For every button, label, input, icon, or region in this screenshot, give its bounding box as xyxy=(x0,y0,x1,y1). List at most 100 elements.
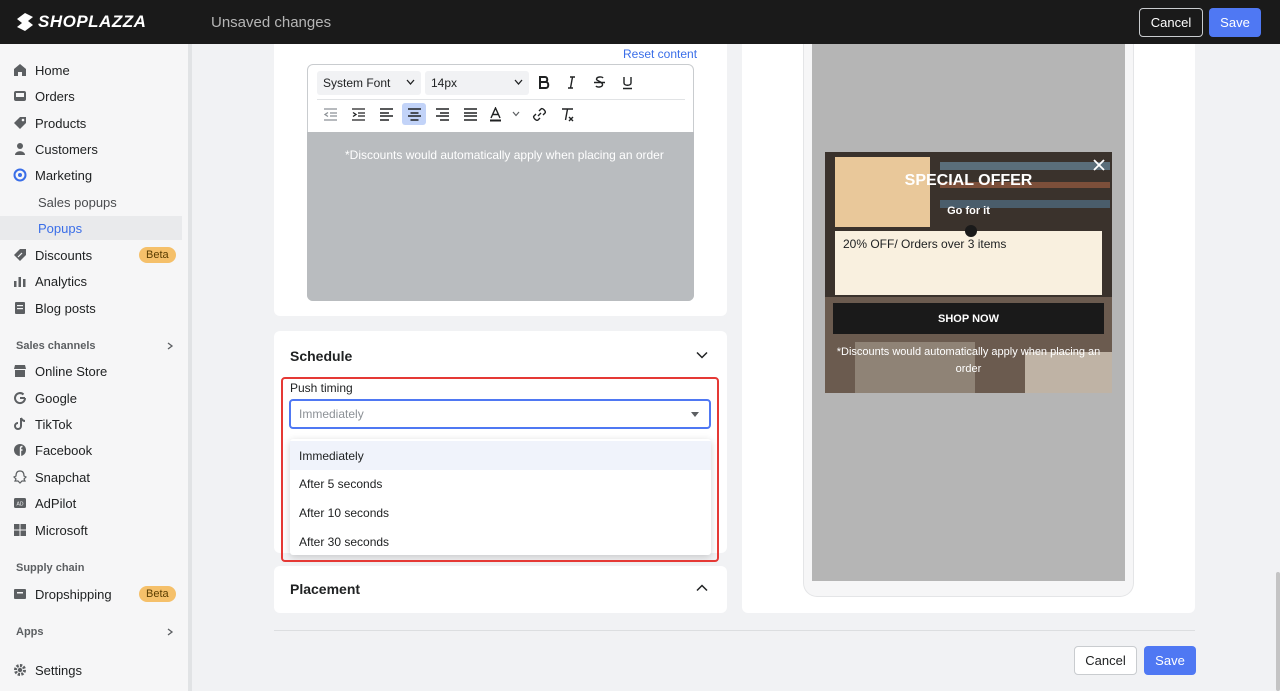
microsoft-icon xyxy=(14,524,26,536)
bar-chart-icon xyxy=(14,277,26,287)
font-family-select[interactable]: System Font xyxy=(317,71,421,95)
italic-button[interactable] xyxy=(559,71,583,93)
beta-badge: Beta xyxy=(139,586,176,602)
underline-button[interactable] xyxy=(615,71,639,93)
sidebar-item-sales-popups[interactable]: Sales popups xyxy=(0,190,182,214)
align-right-button[interactable] xyxy=(430,103,454,125)
align-center-button[interactable] xyxy=(402,103,426,125)
shop-now-button[interactable]: SHOP NOW xyxy=(833,303,1104,334)
adpilot-icon: AD xyxy=(14,498,26,508)
font-size-select[interactable]: 14px xyxy=(425,71,529,95)
brand-name: SHOPLAZZA xyxy=(38,12,147,31)
text-color-button[interactable] xyxy=(486,103,524,125)
reset-content-link[interactable]: Reset content xyxy=(623,47,697,61)
chevron-up-icon[interactable] xyxy=(696,584,708,592)
sidebar-item-label: Customers xyxy=(35,141,98,157)
sidebar-item-label: Discounts xyxy=(35,247,93,263)
facebook-icon xyxy=(14,444,26,456)
sidebar-item-blog-posts[interactable]: Blog posts xyxy=(0,296,182,320)
top-bar: SHOPLAZZA Unsaved changes Cancel Save xyxy=(0,0,1280,44)
sidebar-item-snapchat[interactable]: Snapchat xyxy=(0,465,182,489)
sidebar-item-label: Facebook xyxy=(35,442,93,458)
align-left-icon xyxy=(379,107,393,121)
sidebar-item-facebook[interactable]: Facebook xyxy=(0,438,182,462)
outdent-button[interactable] xyxy=(318,103,342,125)
justify-icon xyxy=(463,107,477,121)
toolbar-divider xyxy=(317,99,685,100)
gear-icon xyxy=(14,664,26,676)
supply-chain-heading: Supply chain xyxy=(16,562,85,574)
link-button[interactable] xyxy=(527,103,551,125)
align-center-icon xyxy=(407,107,421,121)
sidebar-item-popups[interactable]: Popups xyxy=(0,216,182,240)
schedule-title: Schedule xyxy=(290,348,353,364)
shoplazza-logo[interactable]: SHOPLAZZA xyxy=(16,12,146,32)
sidebar-item-label: Online Store xyxy=(35,363,108,379)
underline-icon xyxy=(622,76,632,89)
font-family-value: System Font xyxy=(323,76,391,90)
indent-icon xyxy=(351,107,365,121)
sidebar-item-online-store[interactable]: Online Store xyxy=(0,359,182,383)
sidebar-item-label: AdPilot xyxy=(35,495,77,511)
bold-icon xyxy=(538,75,549,89)
sidebar-item-label: Dropshipping xyxy=(35,586,112,602)
font-size-value: 14px xyxy=(431,76,458,90)
beta-badge: Beta xyxy=(139,247,176,263)
sidebar-item-label: Snapchat xyxy=(35,469,90,485)
footer-save-button[interactable]: Save xyxy=(1144,646,1196,675)
sidebar-item-analytics[interactable]: Analytics xyxy=(0,269,182,293)
sidebar-item-tiktok[interactable]: TikTok xyxy=(0,412,182,436)
sidebar-item-marketing[interactable]: Marketing xyxy=(0,163,182,187)
sidebar-item-discounts[interactable]: Discounts Beta xyxy=(0,243,182,267)
popup-title: SPECIAL OFFER xyxy=(904,172,1033,189)
logo-mark-icon xyxy=(17,13,33,31)
footer-divider xyxy=(274,630,1195,631)
coupon-text: 20% OFF/ Orders over 3 items xyxy=(843,237,1007,251)
sidebar-divider xyxy=(188,44,192,691)
chevron-down-icon xyxy=(514,79,523,85)
link-icon xyxy=(532,107,546,121)
store-icon xyxy=(14,365,26,377)
inbox-icon xyxy=(14,91,26,101)
target-icon xyxy=(13,168,27,182)
person-icon xyxy=(15,143,25,155)
chevron-right-icon[interactable] xyxy=(166,628,174,636)
sidebar-item-customers[interactable]: Customers xyxy=(0,137,182,161)
close-icon[interactable] xyxy=(1092,158,1106,172)
sidebar-item-label: Settings xyxy=(35,662,82,678)
coupon-notch xyxy=(965,225,977,237)
align-right-icon xyxy=(435,107,449,121)
sidebar-item-label: Microsoft xyxy=(35,522,88,538)
indent-button[interactable] xyxy=(346,103,370,125)
bold-button[interactable] xyxy=(531,71,555,93)
clear-format-button[interactable] xyxy=(555,103,579,125)
sidebar-item-microsoft[interactable]: Microsoft xyxy=(0,518,182,542)
chevron-right-icon[interactable] xyxy=(166,342,174,350)
sidebar-item-dropshipping[interactable]: Dropshipping Beta xyxy=(0,582,182,606)
tiktok-icon xyxy=(14,417,26,430)
footer-cancel-button[interactable]: Cancel xyxy=(1074,646,1137,675)
chevron-down-icon[interactable] xyxy=(696,351,708,359)
strikethrough-button[interactable] xyxy=(587,71,611,93)
align-left-button[interactable] xyxy=(374,103,398,125)
highlight-box xyxy=(281,377,719,562)
sidebar-item-google[interactable]: Google xyxy=(0,386,182,410)
sidebar-item-label: Blog posts xyxy=(35,300,96,316)
sidebar-item-products[interactable]: Products xyxy=(0,111,182,135)
sidebar-item-orders[interactable]: Orders xyxy=(0,84,182,108)
justify-button[interactable] xyxy=(458,103,482,125)
sidebar-item-label: Home xyxy=(35,62,70,78)
apps-heading: Apps xyxy=(16,626,44,638)
google-icon xyxy=(14,392,27,405)
page-scrollbar[interactable] xyxy=(1276,572,1280,691)
sales-channels-heading: Sales channels xyxy=(16,340,96,352)
document-icon xyxy=(15,302,25,314)
sidebar-item-adpilot[interactable]: AD AdPilot xyxy=(0,491,182,515)
sidebar-item-home[interactable]: Home xyxy=(0,58,182,82)
svg-text:AD: AD xyxy=(17,502,24,508)
top-cancel-button[interactable]: Cancel xyxy=(1139,8,1203,37)
sidebar-item-settings[interactable]: Settings xyxy=(0,658,182,682)
sidebar-item-label: Orders xyxy=(35,88,75,104)
top-save-button[interactable]: Save xyxy=(1209,8,1261,37)
strikethrough-icon xyxy=(593,75,605,88)
